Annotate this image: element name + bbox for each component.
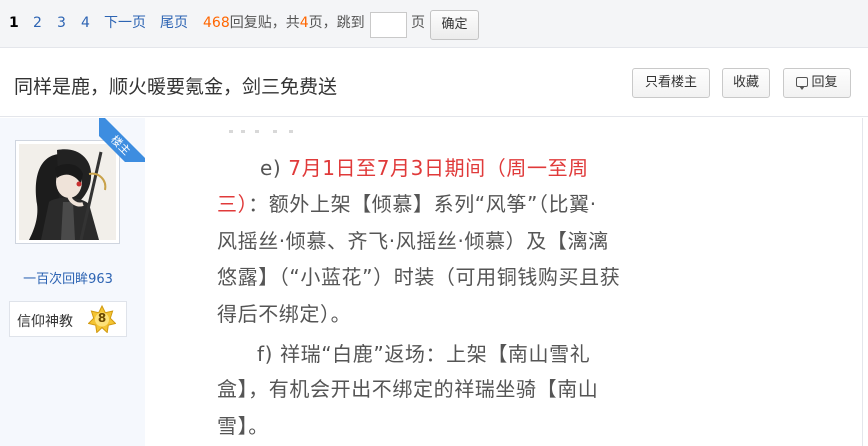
post-line-6: f) 祥瑞“白鹿”返场：上架【南山雪礼 (257, 342, 591, 366)
page-current: 1 (9, 15, 19, 31)
author-name-link[interactable]: 一百次回眸963 (0, 268, 136, 287)
post-line-1-prefix: e) (260, 156, 289, 180)
page-link-3[interactable]: 3 (57, 15, 66, 31)
post-line-5: 得后不绑定）。 (217, 302, 352, 326)
jump-confirm-button[interactable]: 确定 (430, 10, 479, 40)
thread-header: 同样是鹿，顺火暖要氪金，剑三免费送 只看楼主 收藏 回复 (0, 49, 868, 117)
page-unit-label: 页 (411, 15, 425, 31)
reply-count-suffix: 回复贴，共 (229, 15, 300, 31)
reply-button-label: 回复 (811, 75, 838, 90)
favorite-button[interactable]: 收藏 (722, 68, 770, 98)
level-title: 信仰神教 (17, 314, 73, 330)
post-line-2: 三）：额外上架【倾慕】系列“风筝”（比翼· (217, 194, 597, 214)
page-link-4[interactable]: 4 (81, 15, 90, 31)
post-line-2-highlight: 三） (217, 192, 249, 216)
op-ribbon-label: 楼主 (99, 118, 145, 162)
scroll-edge (862, 118, 868, 446)
op-ribbon: 楼主 (99, 118, 145, 162)
post-line-3: 风摇丝·倾慕、齐飞·风摇丝·倾慕）及【漓漓 (217, 229, 609, 253)
jump-label: 页，跳到 (308, 15, 365, 31)
post-line-2-text: ：额外上架【倾慕】系列“风筝”（比翼· (248, 192, 597, 216)
post-line-4: 悠露】（“小蓝花”）时装（可用铜钱购买且获 (217, 265, 621, 289)
page-total: 4 (299, 15, 309, 31)
last-page-link[interactable]: 尾页 (160, 15, 188, 31)
page-link-2[interactable]: 2 (33, 15, 42, 31)
author-panel: 一百次回眸963 信仰神教 8 (0, 118, 145, 446)
speech-bubble-icon (796, 77, 809, 90)
post-line-8: 雪】。 (217, 414, 269, 438)
user-level-badge[interactable]: 信仰神教 8 (9, 301, 127, 337)
next-page-link[interactable]: 下一页 (104, 15, 146, 31)
jump-page-input[interactable] (370, 12, 407, 38)
star-badge-icon: 8 (87, 304, 117, 334)
reply-button[interactable]: 回复 (783, 68, 851, 98)
level-number: 8 (97, 311, 107, 325)
faded-text-fragment (229, 130, 309, 134)
post-line-1-highlight: 7月1日至7月3日期间（周一至周 (288, 156, 589, 180)
post-line-7: 盒】，有机会开出不绑定的祥瑞坐骑【南山 (217, 377, 599, 401)
reply-count: 468 (203, 15, 230, 31)
post-line-1: e) 7月1日至7月3日期间（周一至周 (260, 158, 589, 178)
post-content: e) 7月1日至7月3日期间（周一至周 三）：额外上架【倾慕】系列“风筝”（比翼… (145, 118, 863, 446)
only-op-button[interactable]: 只看楼主 (632, 68, 710, 98)
thread-title: 同样是鹿，顺火暖要氪金，剑三免费送 (14, 76, 338, 98)
reply-summary: 468回复贴，共4页，跳到 (203, 15, 365, 31)
pagination-bar: 1 2 3 4 下一页 尾页 468回复贴，共4页，跳到 页 确定 (0, 0, 868, 48)
